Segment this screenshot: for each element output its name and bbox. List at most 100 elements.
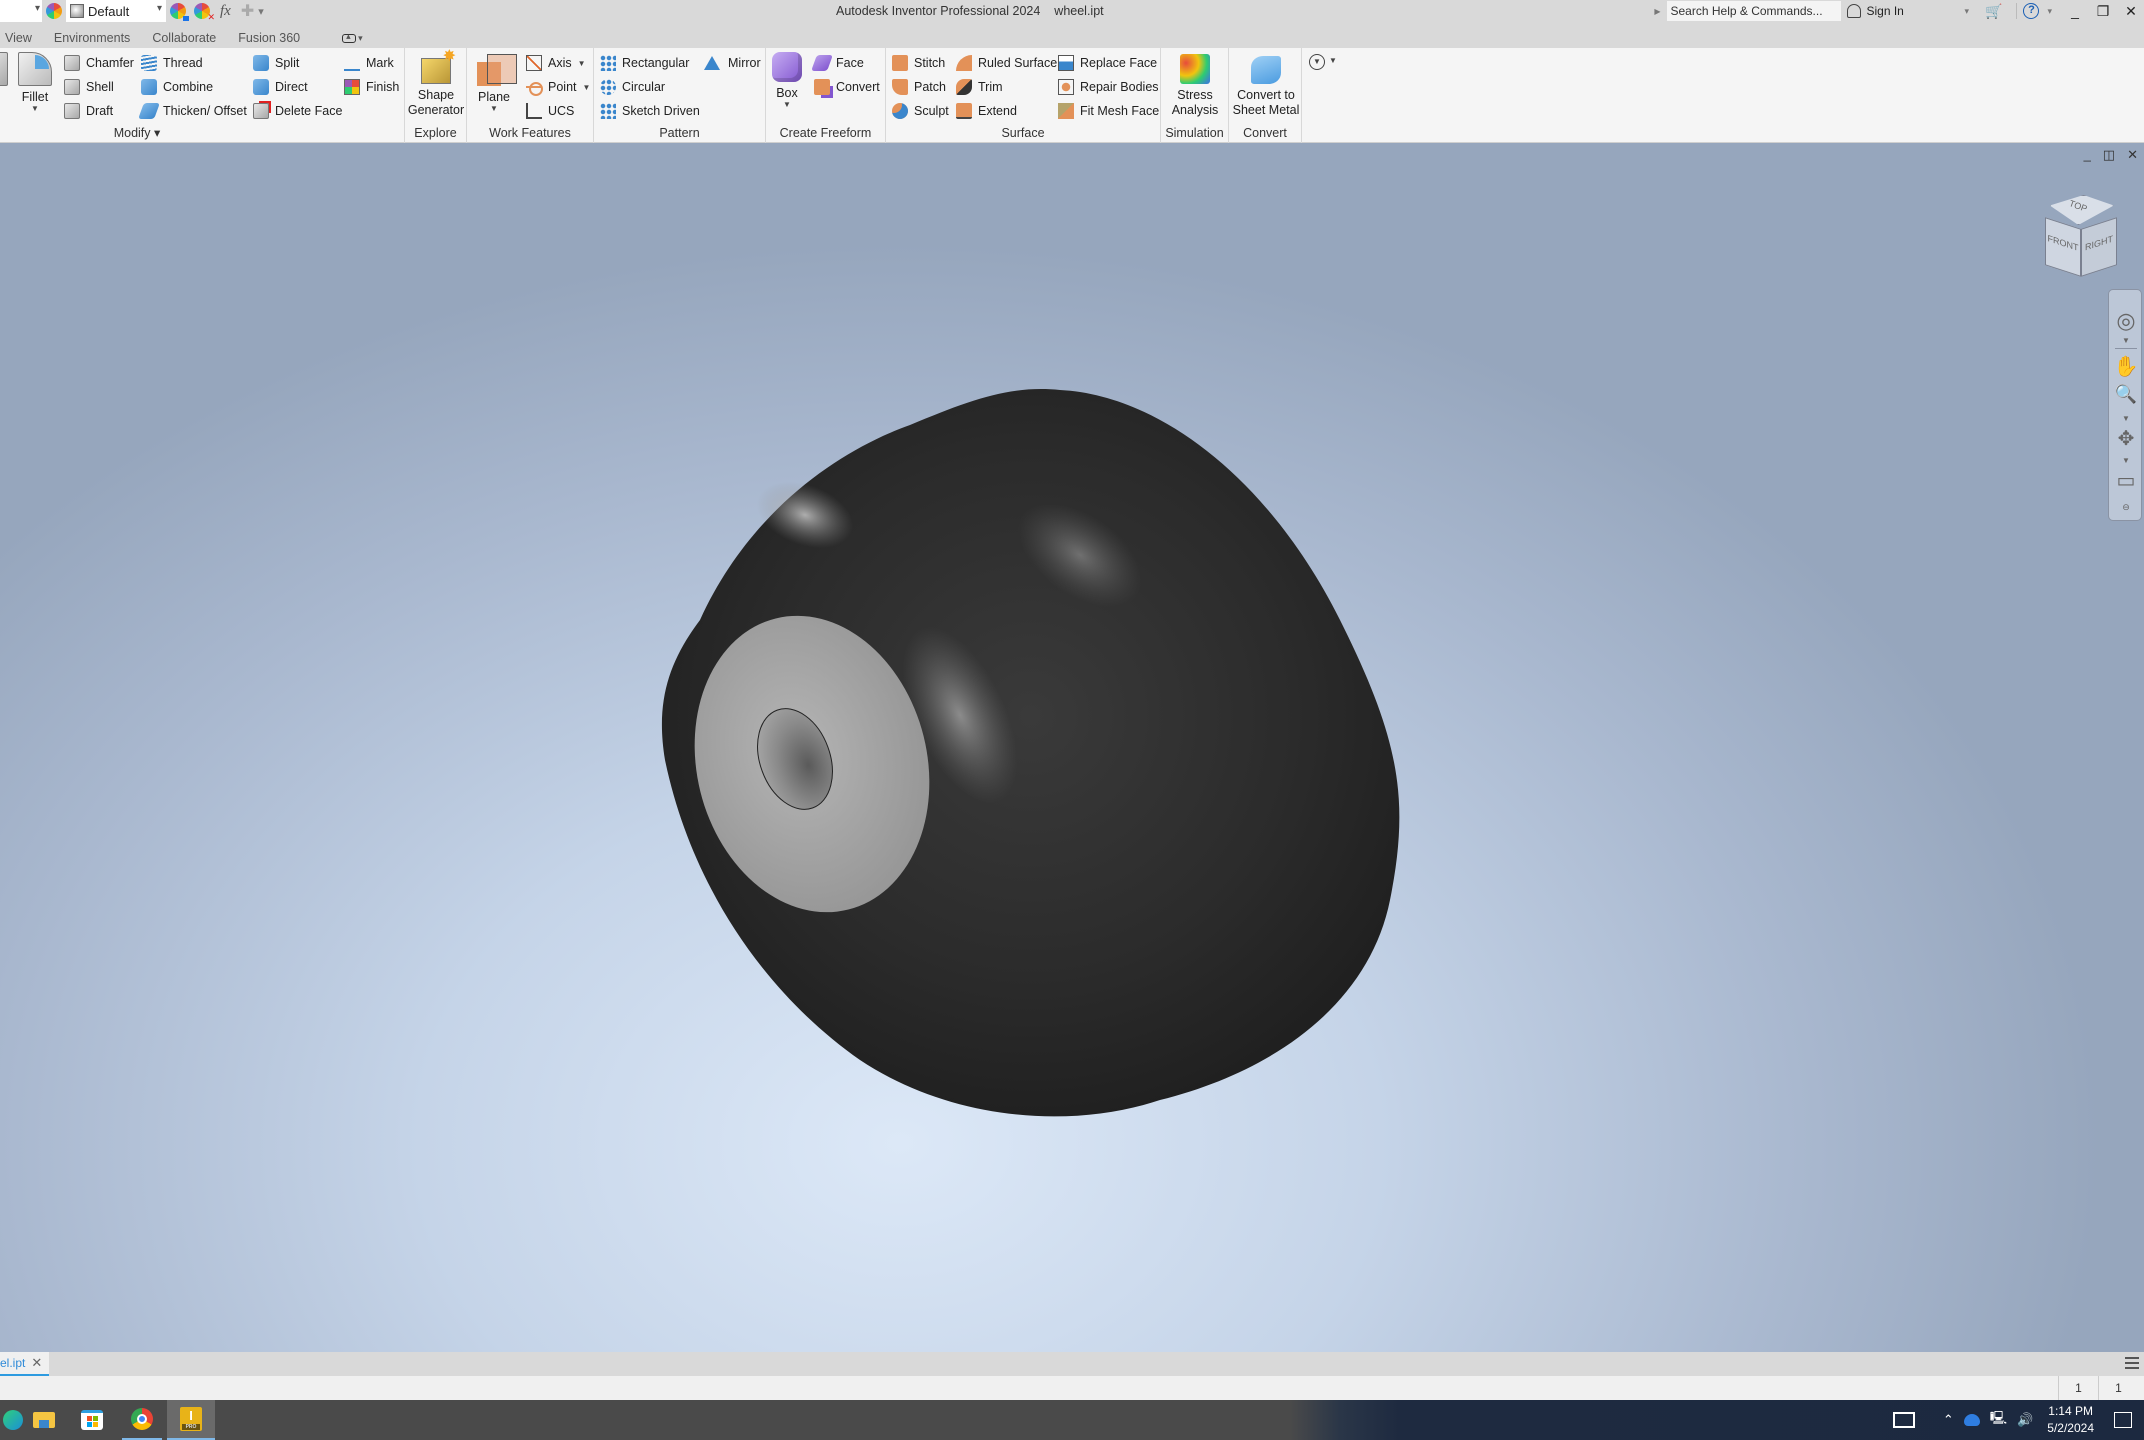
axis-button[interactable]: Axis ▼	[526, 53, 586, 73]
minimize-icon[interactable]: _	[2062, 3, 2088, 19]
search-expand-icon[interactable]: ▶	[1654, 7, 1660, 16]
viewport-close-icon[interactable]: ✕	[2127, 147, 2138, 163]
draft-button[interactable]: Draft	[64, 101, 113, 121]
orbit-icon[interactable]: ✥	[2109, 426, 2143, 451]
sign-in-button[interactable]: Sign In	[1846, 4, 1957, 18]
pan-hand-icon[interactable]: ✋	[2109, 354, 2143, 379]
tab-collaborate[interactable]: Collaborate	[152, 31, 216, 45]
replace-face-button[interactable]: Replace Face	[1058, 53, 1157, 73]
patch-button[interactable]: Patch	[892, 77, 946, 97]
axis-label: Axis	[548, 56, 572, 70]
search-input[interactable]: Search Help & Commands...	[1666, 1, 1841, 21]
zoom-caret-icon[interactable]: ▼	[2109, 414, 2143, 423]
taskbar-inventor[interactable]: I	[167, 1400, 215, 1440]
shape-generator-button[interactable]: Shape Generator	[408, 49, 464, 118]
ribbon-toggle-caret-icon[interactable]: ▾	[358, 33, 363, 44]
document-tab-close-icon[interactable]: ✕	[31, 1355, 42, 1371]
mirror-button[interactable]: Mirror	[704, 53, 761, 73]
split-button[interactable]: Split	[253, 53, 299, 73]
tab-fusion-360[interactable]: Fusion 360	[238, 31, 300, 45]
fx-parameters-icon[interactable]: fx	[220, 3, 231, 20]
stitch-button[interactable]: Stitch	[892, 53, 945, 73]
plane-button[interactable]: Plane ▼	[477, 52, 517, 113]
panel-create-freeform: Box ▼ Face Convert Create Freeform	[766, 48, 886, 143]
sign-in-caret-icon[interactable]: ▾	[1965, 6, 1970, 17]
tab-view[interactable]: View	[5, 31, 32, 45]
taskbar-chrome[interactable]	[122, 1400, 162, 1440]
help-caret-icon[interactable]: ▾	[2047, 6, 2052, 17]
stress-analysis-button[interactable]: Stress Analysis	[1165, 52, 1225, 118]
restore-icon[interactable]: ❐	[2090, 3, 2116, 20]
viewcube[interactable]: TOP FRONT RIGHT	[2045, 195, 2119, 277]
clear-appearance-icon[interactable]	[194, 3, 215, 23]
sheet-metal-icon	[1251, 56, 1281, 84]
delete-face-button[interactable]: Delete Face	[253, 101, 342, 121]
show-hidden-icons-icon[interactable]: ⌃	[1943, 1412, 1954, 1428]
repair-bodies-button[interactable]: Repair Bodies	[1058, 77, 1159, 97]
clock[interactable]: 1:14 PM 5/2/2024	[2047, 1403, 2094, 1437]
taskbar-file-explorer[interactable]	[24, 1400, 64, 1440]
onedrive-icon[interactable]	[1963, 1414, 1980, 1426]
graphics-viewport[interactable]: _ ◫ ✕ TOP FRONT RIGHT ⊗ ◎ ▼ ✋ 🔍 ▼ ✥ ▼ ▭ …	[0, 143, 2144, 1352]
ribbon-toggle-icon[interactable]	[342, 31, 357, 43]
viewport-minimize-icon[interactable]: _	[2084, 147, 2091, 163]
convert-sheet-metal-button[interactable]: Convert to Sheet Metal	[1231, 52, 1301, 118]
news-widget-icon[interactable]	[1892, 1412, 1915, 1428]
help-icon[interactable]: ?	[2023, 3, 2040, 19]
ribbon-options-caret-icon[interactable]: ▼	[1329, 56, 1337, 65]
document-tab-wheel[interactable]: el.ipt ✕	[0, 1352, 49, 1376]
taskbar-store[interactable]	[72, 1400, 112, 1440]
fillet-button[interactable]: Fillet ▼	[18, 52, 52, 113]
wheel-model[interactable]	[640, 340, 1420, 1160]
sketch-driven-button[interactable]: Sketch Driven	[600, 101, 700, 121]
zoom-window-icon[interactable]: 🔍	[2109, 384, 2143, 405]
ucs-button[interactable]: UCS	[526, 101, 574, 121]
mark-button[interactable]: Mark	[344, 53, 394, 73]
box-button[interactable]: Box ▼	[772, 52, 802, 109]
appearance-dropdown[interactable]: Default	[66, 0, 166, 22]
orbit-caret-icon[interactable]: ▼	[2109, 456, 2143, 465]
panel-label-convert: Convert	[1243, 126, 1287, 140]
viewcube-right-face[interactable]: RIGHT	[2081, 217, 2117, 277]
trim-button[interactable]: Trim	[956, 77, 1003, 97]
customize-qat-icon[interactable]: ▾	[258, 5, 264, 18]
viewcube-front-face[interactable]: FRONT	[2045, 217, 2081, 277]
direct-button[interactable]: Direct	[253, 77, 308, 97]
volume-icon[interactable]: 🔊	[2017, 1412, 2033, 1428]
notifications-icon[interactable]	[2114, 1412, 2132, 1428]
sculpt-button[interactable]: Sculpt	[892, 101, 949, 121]
stress-analysis-icon	[1180, 54, 1210, 84]
close-icon[interactable]: ✕	[2118, 3, 2144, 20]
tab-environments[interactable]: Environments	[54, 31, 130, 45]
finish-button[interactable]: Finish	[344, 77, 399, 97]
adjust-appearance-icon[interactable]	[170, 3, 189, 21]
fit-mesh-face-button[interactable]: Fit Mesh Face	[1058, 101, 1159, 121]
cart-icon[interactable]: 🛒	[1985, 3, 2002, 20]
circular-button[interactable]: Circular	[600, 77, 665, 97]
ruled-surface-button[interactable]: Ruled Surface	[956, 53, 1057, 73]
partial-button[interactable]: e	[0, 52, 8, 105]
chamfer-button[interactable]: Chamfer	[64, 53, 134, 73]
thicken-offset-button[interactable]: Thicken/ Offset	[138, 101, 247, 121]
combine-button[interactable]: Combine	[141, 77, 213, 97]
rectangular-button[interactable]: Rectangular	[600, 53, 689, 73]
steering-wheel-caret-icon[interactable]: ▼	[2109, 336, 2143, 345]
document-menu-icon[interactable]	[2125, 1357, 2139, 1369]
qat-dropdown[interactable]	[0, 0, 42, 22]
network-icon[interactable]: 🖳	[1990, 1409, 2007, 1431]
plus-icon[interactable]: ✚	[241, 1, 254, 21]
shell-button[interactable]: Shell	[64, 77, 114, 97]
look-at-icon[interactable]: ▭	[2109, 468, 2143, 493]
panel-label-modify[interactable]: Modify ▾	[0, 125, 404, 140]
material-colorwheel-icon[interactable]	[46, 3, 62, 19]
extend-button[interactable]: Extend	[956, 101, 1017, 121]
convert-button[interactable]: Convert	[814, 77, 880, 97]
face-button[interactable]: Face	[811, 53, 864, 73]
navbar-options-icon[interactable]: ⊖	[2109, 502, 2143, 513]
navbar-close-icon[interactable]: ⊗	[2119, 292, 2144, 303]
ribbon-options-icon[interactable]: ▼	[1309, 54, 1325, 70]
point-button[interactable]: Point ▼	[526, 77, 590, 97]
thread-button[interactable]: Thread	[141, 53, 203, 73]
steering-wheel-icon[interactable]: ◎	[2109, 308, 2143, 334]
viewport-tile-icon[interactable]: ◫	[2103, 147, 2115, 163]
